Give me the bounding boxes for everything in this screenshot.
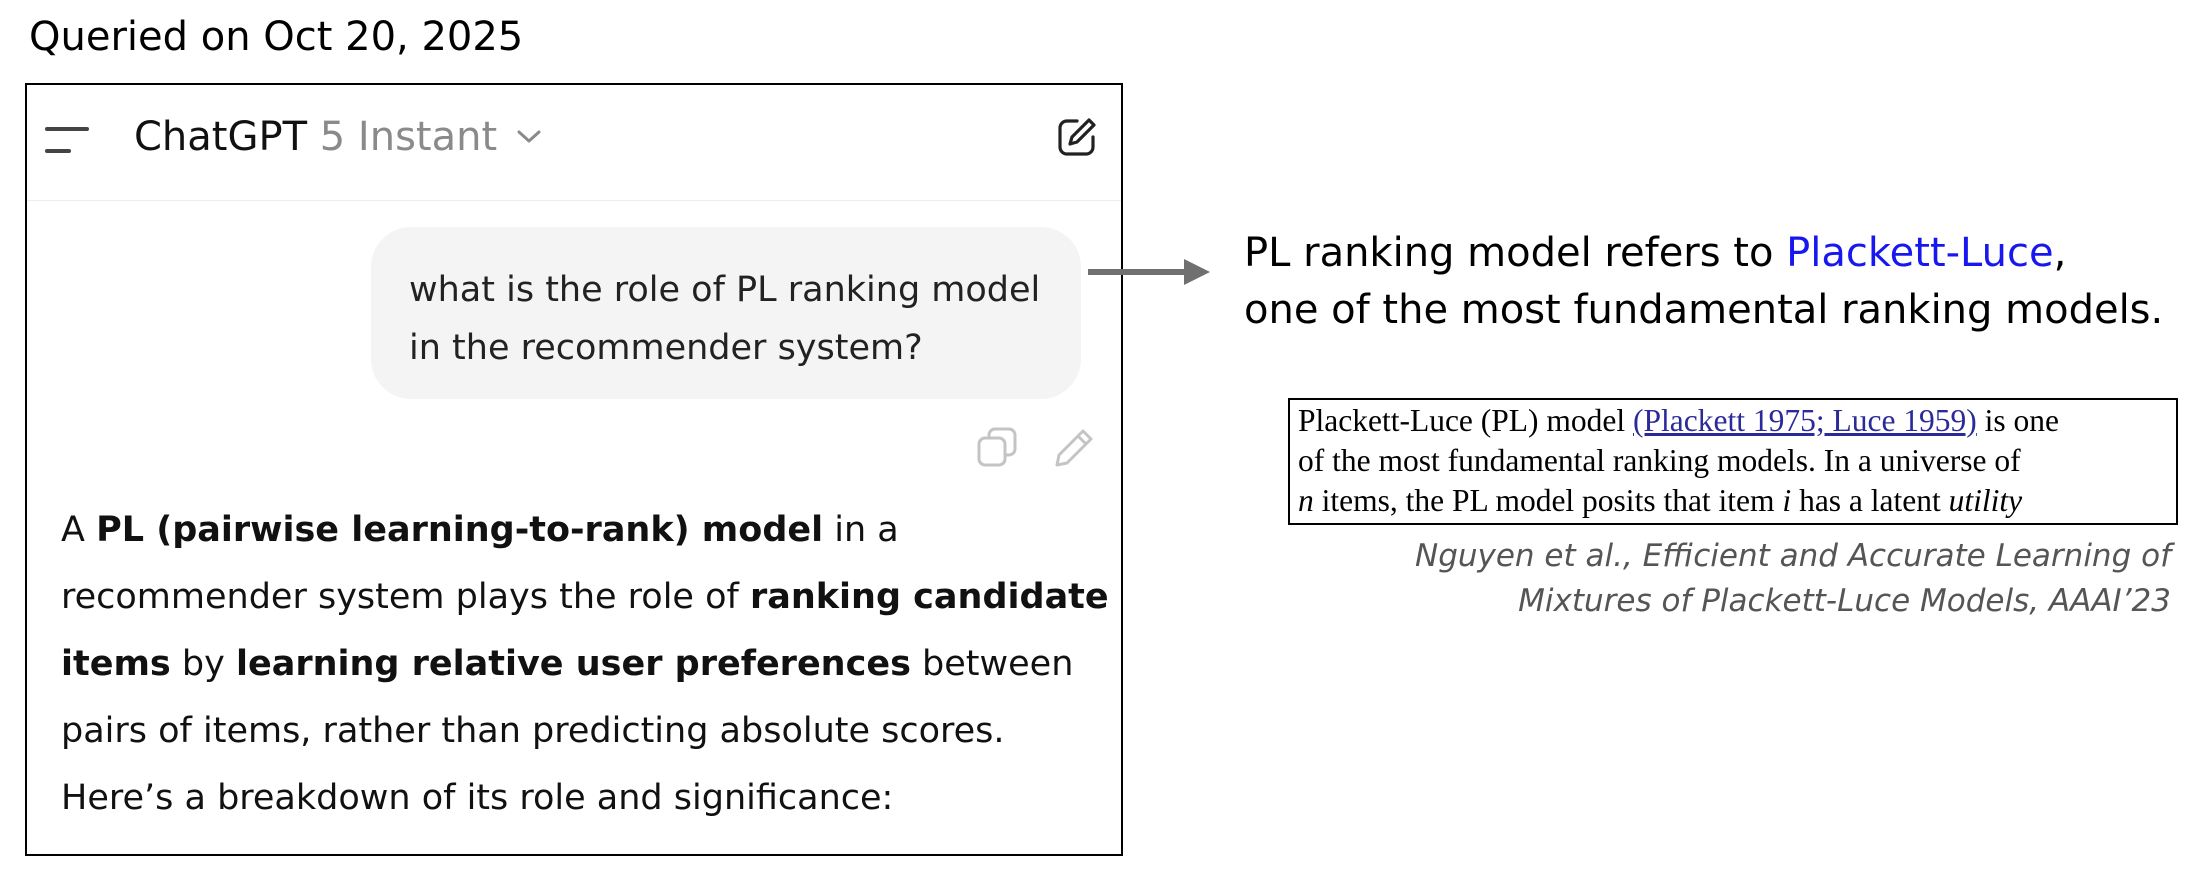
user-message-bubble: what is the role of PL ranking model in … [371, 227, 1081, 399]
model-selector[interactable]: ChatGPT 5 Instant [134, 114, 542, 160]
assistant-message: A PL (pairwise learning-to-rank) model i… [61, 497, 1121, 832]
query-date-label: Queried on Oct 20, 2025 [29, 14, 524, 60]
pl-annotation-line: one of the most fundamental ranking mode… [1244, 287, 2164, 333]
caption-line: Nguyen et al., Efficient and Accurate Le… [1415, 538, 2171, 574]
menu-icon[interactable] [45, 123, 91, 159]
assistant-line: pairs of items, rather than predicting a… [61, 711, 1005, 751]
user-message-line: what is the role of PL ranking model [409, 270, 1041, 310]
paper-line: Plackett-Luce (PL) model (Plackett 1975;… [1298, 403, 2060, 438]
assistant-line: items by learning relative user preferen… [61, 644, 1074, 684]
paper-caption: Nguyen et al., Efficient and Accurate Le… [1415, 534, 2171, 624]
model-variant: 5 Instant [319, 114, 498, 160]
assistant-line: recommender system plays the role of ran… [61, 577, 1109, 617]
assistant-line: A PL (pairwise learning-to-rank) model i… [61, 510, 899, 550]
arrow-right-icon [1088, 259, 1210, 285]
citation-link[interactable]: (Plackett 1975; Luce 1959) [1633, 403, 1977, 438]
paper-line: n items, the PL model posits that item i… [1298, 483, 2023, 518]
app-name: ChatGPT [134, 114, 308, 160]
new-chat-icon[interactable] [1055, 115, 1099, 159]
assistant-line: Here’s a breakdown of its role and signi… [61, 778, 894, 818]
edit-icon[interactable] [1053, 425, 1097, 469]
chat-window: ChatGPT 5 Instant what is the role of PL… [25, 83, 1123, 856]
copy-icon[interactable] [975, 425, 1019, 469]
chat-header: ChatGPT 5 Instant [27, 85, 1121, 201]
plackett-luce-link[interactable]: Plackett-Luce [1786, 230, 2053, 276]
user-message-line: in the recommender system? [409, 328, 923, 368]
pl-annotation: PL ranking model refers to Plackett-Luce… [1244, 225, 2163, 339]
chevron-down-icon [517, 130, 541, 143]
paper-line: of the most fundamental ranking models. … [1298, 443, 2021, 478]
caption-line: Mixtures of Plackett-Luce Models, AAAI’2… [1518, 583, 2171, 619]
paper-excerpt: Plackett-Luce (PL) model (Plackett 1975;… [1288, 398, 2178, 525]
pl-annotation-line: PL ranking model refers to Plackett-Luce… [1244, 230, 2067, 276]
